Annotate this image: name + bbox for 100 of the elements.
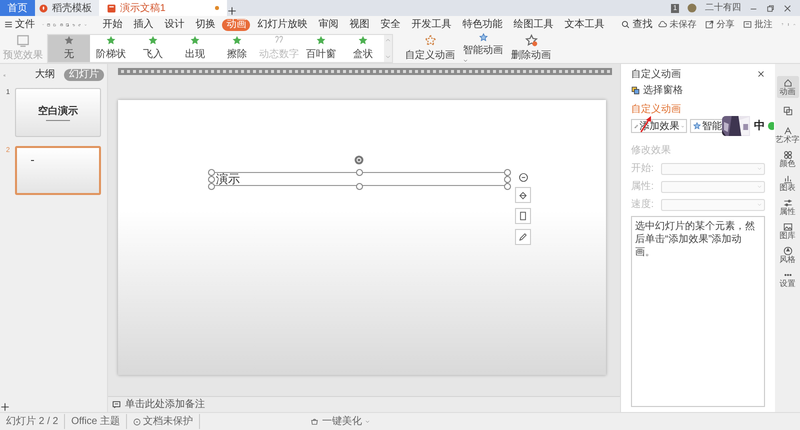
slide[interactable]: 演示 (118, 100, 606, 375)
format-button[interactable] (515, 229, 531, 245)
tab[interactable]: 稻壳模板 (35, 0, 99, 16)
pencil-icon (518, 232, 528, 242)
caret-icon (757, 166, 762, 171)
notes-placeholder[interactable]: 单击此处添加备注 (125, 397, 205, 412)
star-icon (189, 34, 201, 46)
smart-animation-button[interactable]: 智能 (690, 119, 725, 133)
selection-pane-button[interactable]: 选择窗格 (631, 83, 765, 98)
sidebar-button[interactable]: 设置 (776, 268, 798, 290)
caret-icon (364, 419, 370, 424)
star-icon (231, 34, 243, 46)
close-icon[interactable] (757, 70, 765, 78)
text-icon (782, 126, 792, 136)
home-icon (782, 78, 792, 88)
restore-icon[interactable] (766, 4, 775, 12)
effect-button[interactable]: 飞入 (132, 34, 174, 62)
ime-status-icon[interactable] (768, 122, 774, 130)
star-icon (476, 33, 490, 42)
tab[interactable]: 演示文稿1 (99, 0, 227, 16)
avatar-icon (687, 3, 697, 13)
caret-icon (757, 184, 762, 189)
field-label: 开始: (631, 162, 655, 176)
pencil-icon (634, 122, 639, 130)
format-button[interactable] (515, 187, 531, 203)
comment-button[interactable]: 批注 (743, 18, 772, 32)
note-icon (112, 400, 121, 409)
menu-tab[interactable]: 设计 (160, 18, 188, 30)
menu-tab[interactable]: 开始 (98, 18, 126, 30)
menu-tab[interactable]: 审阅 (314, 18, 342, 30)
menu-tab[interactable]: 插入 (129, 18, 158, 30)
effect-button[interactable]: 百叶窗 (300, 34, 342, 62)
star-icon (63, 34, 75, 46)
sidebar-button[interactable]: 风格 (776, 244, 798, 266)
number-icon (273, 34, 285, 46)
menu-tab[interactable]: 视图 (345, 18, 374, 30)
menu-tab[interactable]: 切换 (191, 18, 220, 30)
menu-tab[interactable]: 安全 (376, 18, 404, 30)
style-icon (782, 246, 792, 256)
star-icon (315, 34, 327, 46)
sidebar-button[interactable]: 图库 (776, 220, 798, 242)
effect-button[interactable]: 擦除 (216, 34, 258, 62)
slide-thumbnail[interactable] (15, 146, 101, 195)
effects-list[interactable]: 选中幻灯片的某个元素，然后单击“添加效果”添加动画。 (631, 216, 765, 407)
slide-counter: 幻灯片 2 / 2 (0, 414, 66, 429)
cloud-icon (658, 20, 668, 29)
collapse-icon[interactable] (518, 173, 528, 182)
hint-text: 选中幻灯片的某个元素，然后单击“添加效果”添加动画。 (635, 220, 756, 259)
sidebar-button[interactable]: 图表 (776, 172, 798, 194)
effect-button[interactable]: 阶梯状 (90, 34, 132, 62)
sidebar-button[interactable]: 动画 (776, 76, 798, 98)
search-button[interactable]: 查找 (621, 17, 652, 32)
text-mark (31, 160, 34, 161)
image-icon (782, 222, 792, 232)
protection-status: 文档未保护 (142, 414, 193, 429)
field-label: 属性: (631, 180, 655, 194)
tool-button[interactable]: 自定义动画 (401, 33, 459, 63)
user-name[interactable]: 二十有四 (705, 1, 741, 15)
menu-tab[interactable]: 绘图工具 (509, 18, 558, 30)
share-icon (705, 20, 714, 29)
search-icon (621, 20, 630, 29)
format-button[interactable] (515, 208, 531, 224)
menu-tab[interactable]: 幻灯片放映 (253, 18, 312, 30)
tool-button[interactable]: 删除动画 (507, 33, 555, 63)
slide-thumbnail[interactable]: 空白演示 (15, 88, 101, 137)
share-button[interactable]: 分享 (705, 18, 734, 32)
section-title: 自定义动画 (631, 102, 682, 117)
layers-icon (631, 86, 640, 95)
shape-fill-icon (518, 190, 528, 200)
beautify-button[interactable]: 一键美化 (310, 414, 370, 429)
menu-tab[interactable]: 文本工具 (560, 18, 608, 30)
star-icon (693, 122, 701, 130)
flame-icon (39, 4, 48, 12)
sidebar-button[interactable]: 颜色 (776, 148, 798, 170)
document-icon (107, 4, 116, 12)
star-icon (424, 34, 436, 46)
chart-icon (782, 174, 792, 184)
effect-button[interactable]: 出现 (174, 34, 216, 62)
effect-button[interactable]: 无 (48, 34, 90, 62)
menu-tab[interactable]: 开发工具 (407, 18, 456, 30)
tab[interactable]: 首页 (0, 0, 35, 16)
pane-title[interactable]: 自定义动画 (631, 66, 681, 82)
file-menu[interactable]: 文件 (4, 17, 35, 32)
star-icon (105, 34, 117, 46)
rotate-handle[interactable] (354, 155, 364, 165)
unsaved-button[interactable]: 未保存 (658, 18, 696, 32)
circles-icon (782, 150, 792, 160)
theme-name: Office 主题 (65, 414, 127, 429)
star-icon (357, 34, 369, 46)
close-icon[interactable] (783, 4, 792, 12)
thumbnail-title: 空白演示 (38, 104, 78, 119)
sidebar-button[interactable]: 属性 (776, 196, 798, 218)
sidebar-button[interactable]: 艺术字 (776, 124, 798, 146)
plus-icon[interactable] (227, 6, 237, 16)
tool-button[interactable]: 智能动画 (459, 33, 507, 63)
panel-tab[interactable]: 大纲 (30, 69, 60, 81)
add-slide-icon[interactable] (0, 402, 10, 412)
menu-tab[interactable]: 特色功能 (458, 18, 506, 30)
preview-icon (16, 34, 30, 48)
effect-button[interactable]: 盒状 (342, 34, 384, 62)
